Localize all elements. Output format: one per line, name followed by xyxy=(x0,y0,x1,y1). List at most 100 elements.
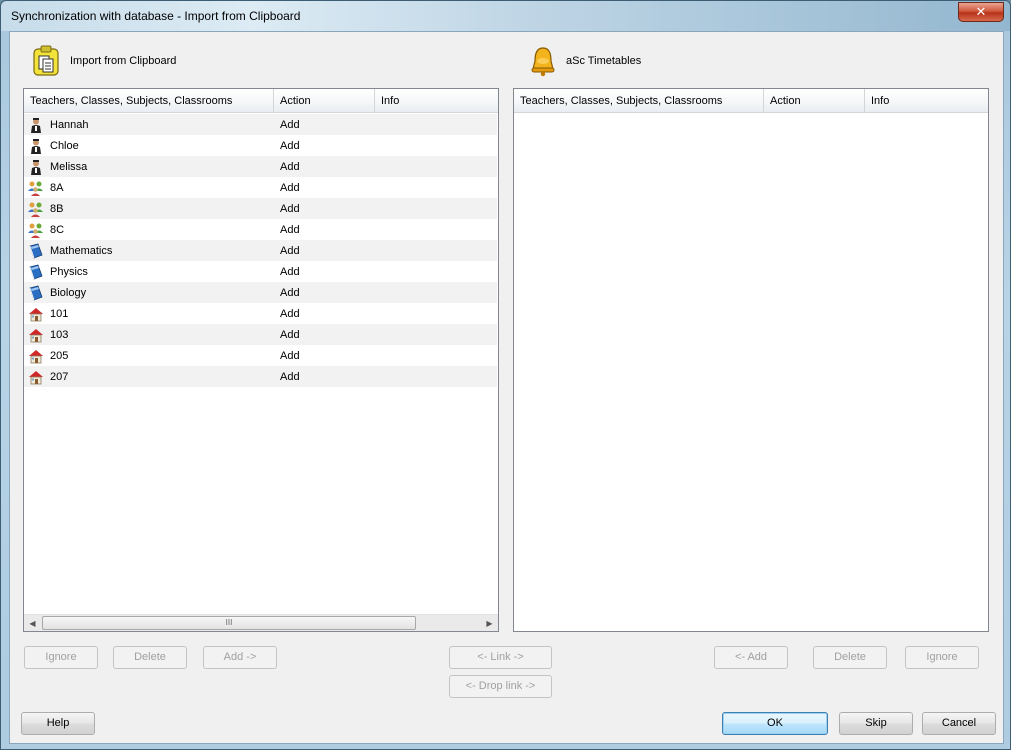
clipboard-icon xyxy=(32,45,62,77)
row-name: 8A xyxy=(50,181,64,194)
row-action: Add xyxy=(280,370,300,383)
column-header-info[interactable]: Info xyxy=(375,89,498,113)
row-action: Add xyxy=(280,223,300,236)
class-icon xyxy=(28,180,44,196)
row-action: Add xyxy=(280,265,300,278)
row-name-cell: 205 xyxy=(24,348,274,364)
add-to-timetable-button[interactable]: Add -> xyxy=(203,646,277,669)
row-name: 207 xyxy=(50,370,69,383)
row-name-cell: 207 xyxy=(24,369,274,385)
classroom-icon xyxy=(28,327,44,343)
timetable-list-header: Teachers, Classes, Subjects, Classrooms … xyxy=(514,89,988,113)
row-name: Mathematics xyxy=(50,244,113,257)
row-action: Add xyxy=(280,202,300,215)
table-row[interactable]: 8B Add xyxy=(24,198,497,219)
table-row[interactable]: Chloe Add xyxy=(24,135,497,156)
delete-left-button[interactable]: Delete xyxy=(113,646,187,669)
table-row[interactable]: 207 Add xyxy=(24,366,497,387)
import-list-rows: Hannah Add Chloe Add Melissa Add 8A Add 8B Add 8C A… xyxy=(24,114,497,387)
title-bar[interactable]: Synchronization with database - Import f… xyxy=(1,1,1010,31)
row-name-cell: Physics xyxy=(24,264,274,280)
row-action: Add xyxy=(280,286,300,299)
row-name: 101 xyxy=(50,307,69,320)
column-header-name[interactable]: Teachers, Classes, Subjects, Classrooms xyxy=(514,89,764,113)
row-name-cell: 8B xyxy=(24,201,274,217)
row-action: Add xyxy=(280,349,300,362)
import-list-header: Teachers, Classes, Subjects, Classrooms … xyxy=(24,89,498,113)
scroll-right-icon[interactable]: ▶ xyxy=(481,615,498,632)
teacher-icon xyxy=(28,159,44,175)
row-name: 8C xyxy=(50,223,65,236)
row-name: 103 xyxy=(50,328,69,341)
teacher-icon xyxy=(28,117,44,133)
row-name: Chloe xyxy=(50,139,79,152)
import-list[interactable]: Teachers, Classes, Subjects, Classrooms … xyxy=(23,88,499,632)
ignore-left-button[interactable]: Ignore xyxy=(24,646,98,669)
row-name-cell: Mathematics xyxy=(24,243,274,259)
table-row[interactable]: 205 Add xyxy=(24,345,497,366)
row-action: Add xyxy=(280,160,300,173)
row-action: Add xyxy=(280,307,300,320)
class-icon xyxy=(28,201,44,217)
row-name-cell: 101 xyxy=(24,306,274,322)
column-header-info[interactable]: Info xyxy=(865,89,988,113)
row-action: Add xyxy=(280,181,300,194)
scroll-left-icon[interactable]: ◀ xyxy=(24,615,41,632)
row-name-cell: 103 xyxy=(24,327,274,343)
row-action: Add xyxy=(280,118,300,131)
scroll-thumb[interactable]: III xyxy=(42,616,416,630)
table-row[interactable]: 101 Add xyxy=(24,303,497,324)
classroom-icon xyxy=(28,348,44,364)
table-row[interactable]: Biology Add xyxy=(24,282,497,303)
class-icon xyxy=(28,222,44,238)
row-name: 205 xyxy=(50,349,69,362)
drop-link-button[interactable]: <- Drop link -> xyxy=(449,675,552,698)
ignore-right-button[interactable]: Ignore xyxy=(905,646,979,669)
help-button[interactable]: Help xyxy=(21,712,95,735)
table-row[interactable]: Physics Add xyxy=(24,261,497,282)
column-header-action[interactable]: Action xyxy=(764,89,865,113)
table-row[interactable]: 8C Add xyxy=(24,219,497,240)
row-name: Melissa xyxy=(50,160,88,173)
subject-icon xyxy=(28,264,44,280)
row-action: Add xyxy=(280,328,300,341)
add-from-timetable-button[interactable]: <- Add xyxy=(714,646,788,669)
classroom-icon xyxy=(28,369,44,385)
subject-icon xyxy=(28,285,44,301)
right-panel-title: aSc Timetables xyxy=(566,55,642,67)
left-panel-header: Import from Clipboard xyxy=(32,45,176,77)
row-name-cell: Biology xyxy=(24,285,274,301)
row-name: Hannah xyxy=(50,118,89,131)
row-name: Biology xyxy=(50,286,87,299)
horizontal-scrollbar[interactable]: ◀ III ▶ xyxy=(24,614,498,631)
row-name-cell: Chloe xyxy=(24,138,274,154)
timetable-list[interactable]: Teachers, Classes, Subjects, Classrooms … xyxy=(513,88,989,632)
teacher-icon xyxy=(28,138,44,154)
window-title: Synchronization with database - Import f… xyxy=(11,9,301,23)
column-header-name[interactable]: Teachers, Classes, Subjects, Classrooms xyxy=(24,89,274,113)
table-row[interactable]: Mathematics Add xyxy=(24,240,497,261)
row-name: 8B xyxy=(50,202,64,215)
table-row[interactable]: 103 Add xyxy=(24,324,497,345)
subject-icon xyxy=(28,243,44,259)
table-row[interactable]: Melissa Add xyxy=(24,156,497,177)
row-action: Add xyxy=(280,244,300,257)
table-row[interactable]: 8A Add xyxy=(24,177,497,198)
column-header-action[interactable]: Action xyxy=(274,89,375,113)
row-name-cell: 8C xyxy=(24,222,274,238)
cancel-button[interactable]: Cancel xyxy=(922,712,996,735)
classroom-icon xyxy=(28,306,44,322)
dialog-window: Synchronization with database - Import f… xyxy=(0,0,1011,750)
skip-button[interactable]: Skip xyxy=(839,712,913,735)
table-row[interactable]: Hannah Add xyxy=(24,114,497,135)
row-name: Physics xyxy=(50,265,88,278)
delete-right-button[interactable]: Delete xyxy=(813,646,887,669)
close-button[interactable]: ✕ xyxy=(958,2,1004,22)
right-panel-header: aSc Timetables xyxy=(528,45,641,77)
link-button[interactable]: <- Link -> xyxy=(449,646,552,669)
bell-icon xyxy=(528,45,558,77)
dialog-client-area: Import from Clipboard aSc Timetables Tea… xyxy=(9,31,1004,744)
left-panel-title: Import from Clipboard xyxy=(70,55,177,67)
row-name-cell: Melissa xyxy=(24,159,274,175)
ok-button[interactable]: OK xyxy=(722,712,828,735)
